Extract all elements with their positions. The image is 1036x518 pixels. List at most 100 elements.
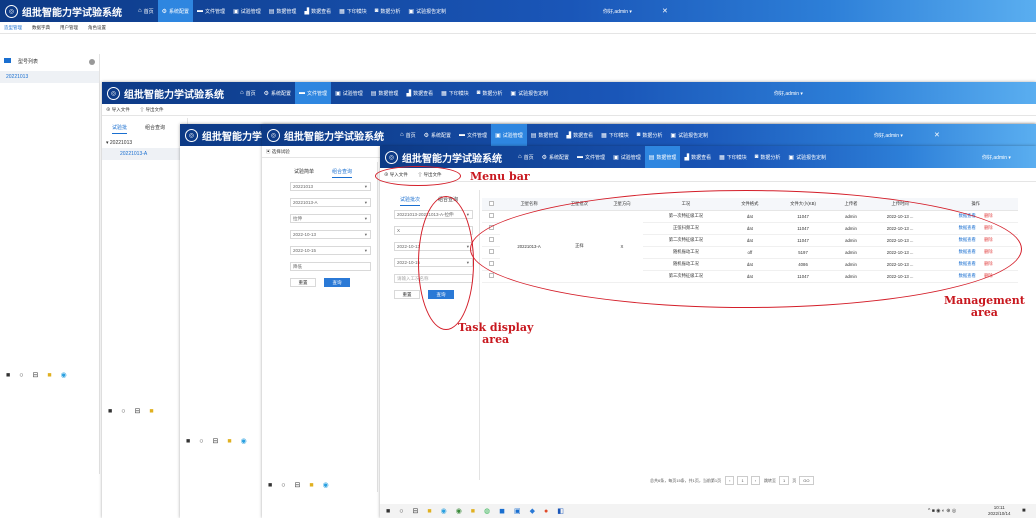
windows-icon[interactable]: ■ — [386, 508, 390, 515]
row-checkbox[interactable] — [482, 210, 500, 223]
nav-report[interactable]: ▣ 试验报告定制 — [506, 82, 552, 104]
nav-system[interactable]: ⚙系统配置 — [420, 124, 455, 146]
delete-link[interactable]: 删除 — [984, 213, 993, 218]
select-all-checkbox[interactable] — [482, 198, 500, 211]
tab-dict[interactable]: 数据字典 — [32, 25, 50, 31]
taskview-icon[interactable]: ⊟ — [134, 407, 140, 415]
nav-view[interactable]: ▟数据查看 — [562, 124, 597, 146]
nav-data[interactable]: ▤数据管理 — [644, 146, 681, 168]
nav-download[interactable]: ▦下印模块 — [335, 0, 371, 22]
app4-icon[interactable]: ◆ — [530, 507, 535, 515]
browser-icon[interactable]: ◉ — [61, 371, 67, 379]
explorer-icon[interactable]: ■ — [47, 372, 51, 379]
nav-files[interactable]: ▬文件管理 — [295, 82, 332, 104]
page-jump-input[interactable]: 1 — [779, 476, 790, 485]
tab-simple[interactable]: 试验简单 — [294, 168, 314, 178]
nav-home[interactable]: ⌂首页 — [514, 146, 538, 168]
query-field-3[interactable]: 拉伸 ▾ — [290, 214, 371, 223]
tab-model[interactable]: 造型管理 — [4, 25, 22, 31]
nav-files[interactable]: ▬文件管理 — [455, 124, 491, 146]
nav-home[interactable]: ⌂首页 — [236, 82, 260, 104]
nav-view[interactable]: ▟数据查看 — [300, 0, 335, 22]
nav-home[interactable]: ⌂首页 — [134, 0, 158, 22]
tree-leaf[interactable]: 20221013-A — [102, 148, 187, 160]
nav-analysis[interactable]: ◙ 数据分析 — [633, 124, 667, 146]
tray-icons[interactable]: ^ ■ ◉ ◐ ⊕ ◎ — [928, 508, 956, 514]
go-button[interactable]: GO — [799, 476, 814, 485]
nav-data[interactable]: ▤数据管理 — [527, 124, 563, 146]
nav-files[interactable]: ▬文件管理 — [193, 0, 229, 22]
query-field-1[interactable]: 20221013 ▾ — [290, 182, 371, 191]
windows-icon[interactable]: ■ — [186, 438, 190, 445]
nav-download[interactable]: ▦下印模块 — [715, 146, 751, 168]
explorer-icon[interactable]: ■ — [149, 408, 153, 415]
nav-system[interactable]: ⚙系统配置 — [157, 0, 194, 22]
close-icon[interactable]: ✕ — [662, 7, 668, 15]
search-icon[interactable]: ○ — [121, 408, 125, 415]
explorer-icon[interactable]: ■ — [309, 482, 313, 489]
taskview-icon[interactable]: ⊟ — [212, 437, 218, 445]
clock[interactable]: 10:11 2022/10/14 — [988, 505, 1011, 517]
tab-users[interactable]: 用户管理 — [60, 25, 78, 31]
select-test-button[interactable]: ▣ 选择试验 — [266, 149, 290, 155]
windows-icon[interactable]: ■ — [6, 372, 10, 379]
taskview-icon[interactable]: ⊟ — [294, 481, 300, 489]
browser-icon[interactable]: ◉ — [323, 481, 329, 489]
explorer-icon[interactable]: ■ — [227, 438, 231, 445]
page-number[interactable]: 1 — [737, 476, 748, 485]
nav-download[interactable]: ▦下印模块 — [437, 82, 473, 104]
app-icon[interactable]: ■ — [471, 508, 475, 515]
next-page-button[interactable]: › — [750, 476, 761, 485]
app3-icon[interactable]: ▣ — [514, 507, 521, 515]
nav-test[interactable]: ▣试验管理 — [609, 146, 645, 168]
settings-icon[interactable] — [89, 58, 95, 65]
query-field-4[interactable]: 2022-10-13 ▾ — [290, 230, 371, 239]
nav-data[interactable]: ▤数据管理 — [265, 0, 301, 22]
tree-root[interactable]: ▾ 20221013 — [102, 138, 187, 148]
wechat-icon[interactable]: ◍ — [484, 507, 490, 515]
nav-report[interactable]: ▣ 试验报告定制 — [404, 0, 450, 22]
query-field-5[interactable]: 2022-10-15 ▾ — [290, 246, 371, 255]
export-button[interactable]: ⇧ 导出文件 — [140, 107, 164, 113]
query-field-6[interactable]: 降低 — [290, 262, 371, 271]
nav-report[interactable]: ▣ 试验报告定制 — [784, 146, 830, 168]
search-icon[interactable]: ○ — [399, 508, 403, 515]
taskview-icon[interactable]: ⊟ — [412, 507, 418, 515]
nav-test[interactable]: ▣试验管理 — [229, 0, 265, 22]
nav-home[interactable]: ⌂首页 — [396, 124, 420, 146]
nav-system[interactable]: ⚙系统配置 — [260, 82, 295, 104]
nav-data[interactable]: ▤数据管理 — [367, 82, 403, 104]
user-menu[interactable]: 你好,admin ▾ — [774, 90, 803, 97]
explorer-icon[interactable]: ■ — [427, 508, 431, 515]
browser-icon[interactable]: ◉ — [241, 437, 247, 445]
notification-icon[interactable]: ■ — [1022, 508, 1026, 514]
user-menu[interactable]: 你好,admin ▾ — [982, 154, 1011, 161]
tab-combo[interactable]: 组合查询 — [145, 124, 165, 134]
search-icon[interactable]: ○ — [199, 438, 203, 445]
nav-analysis[interactable]: ◙ 数据分析 — [473, 82, 507, 104]
nav-analysis[interactable]: ◙ 数据分析 — [751, 146, 785, 168]
windows-icon[interactable]: ■ — [268, 482, 272, 489]
search-icon[interactable]: ○ — [19, 372, 23, 379]
prev-page-button[interactable]: ‹ — [725, 476, 735, 485]
import-button[interactable]: ⊕ 导入文件 — [106, 107, 130, 113]
app6-icon[interactable]: ◧ — [557, 507, 564, 515]
model-item[interactable]: 20221013 — [0, 71, 99, 83]
nav-analysis[interactable]: ◙ 数据分析 — [371, 0, 405, 22]
tab-batch[interactable]: 试验批次 — [400, 196, 421, 206]
nav-view[interactable]: ▟数据查看 — [680, 146, 715, 168]
nav-test[interactable]: ▣试验管理 — [331, 82, 367, 104]
tab-combo[interactable]: 组合查询 — [332, 168, 353, 178]
user-menu[interactable]: 你好,admin ▾ — [874, 132, 903, 139]
nav-test[interactable]: ▣试验管理 — [491, 124, 527, 146]
nav-files[interactable]: ▬文件管理 — [573, 146, 609, 168]
app2-icon[interactable]: ◼ — [499, 507, 505, 515]
chrome-icon[interactable]: ◉ — [456, 507, 462, 515]
taskview-icon[interactable]: ⊟ — [32, 371, 38, 379]
close-icon[interactable]: ✕ — [934, 131, 940, 139]
nav-system[interactable]: ⚙系统配置 — [538, 146, 573, 168]
nav-report[interactable]: ▣ 试验报告定制 — [666, 124, 712, 146]
reset-button[interactable]: 重置 — [394, 290, 420, 299]
windows-icon[interactable]: ■ — [108, 408, 112, 415]
edge-icon[interactable]: ◉ — [441, 507, 447, 515]
